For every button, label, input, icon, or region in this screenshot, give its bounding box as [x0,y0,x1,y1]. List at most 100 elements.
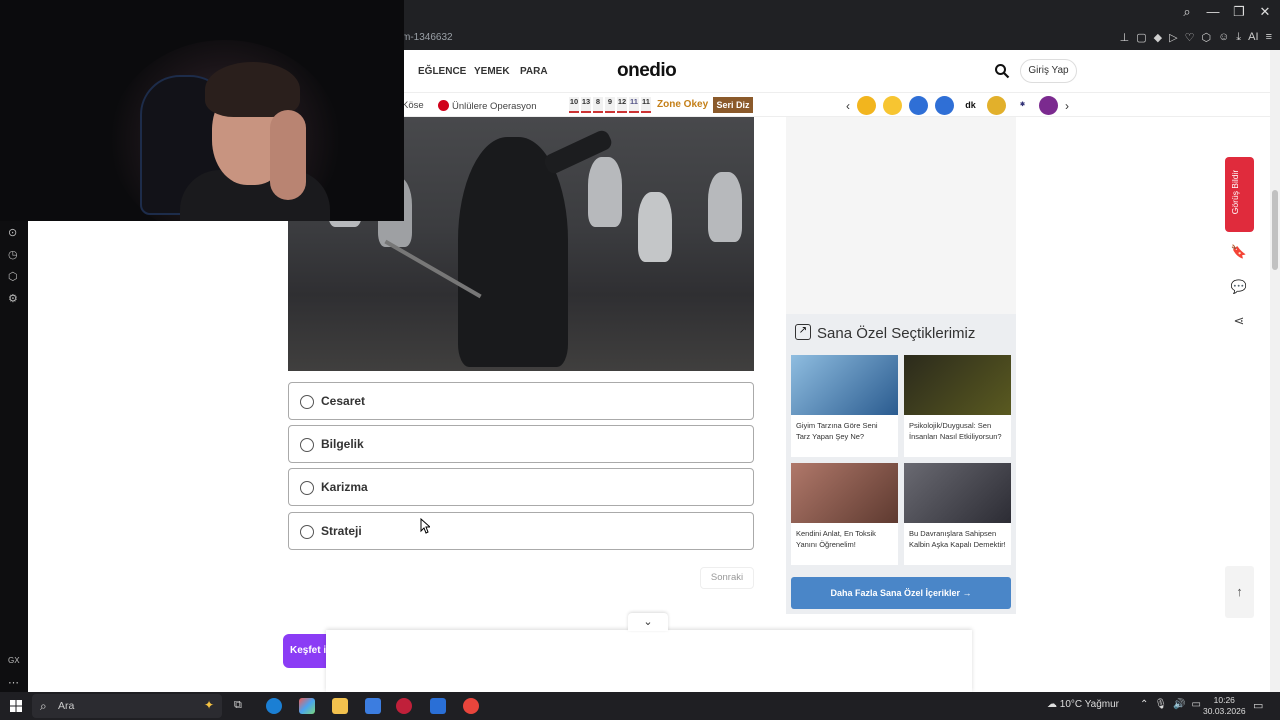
subnav-topic[interactable]: Ünlülere Operasyon [438,100,537,112]
weather-widget[interactable]: ☁ 10°C Yağmur [1047,699,1119,710]
app-icon[interactable] [463,698,479,714]
radio-icon[interactable] [300,395,314,409]
answer-option[interactable]: Cesaret [288,382,754,420]
seri-diz-link[interactable]: Seri Diz [713,97,753,113]
play-icon[interactable]: ▷ [1169,31,1177,44]
answer-option[interactable]: Bilgelik [288,425,754,463]
recommendations-panel: ↗ Sana Özel Seçtiklerimiz Giyim Tarzına … [786,314,1016,614]
nav-para[interactable]: PARA [520,66,548,77]
recommendation-card[interactable]: Kendini Anlat, En Toksik Yanını Öğreneli… [791,463,898,565]
mail-icon[interactable] [430,698,446,714]
more-icon[interactable]: ⋯ [8,676,19,689]
card-thumbnail [791,355,898,415]
minimize-button[interactable]: — [1204,4,1222,20]
windows-taskbar: ⌕ Ara ✦ ⧉ ☁ 10°C Yağmur ⌃ 🎙 🔊 ▭ 10:26 30… [0,692,1280,720]
windows-start-icon[interactable] [10,700,22,712]
download-icon[interactable]: ⤓ [1236,31,1241,44]
login-button[interactable]: Giriş Yap [1020,59,1077,83]
recommendation-card[interactable]: Psikolojik/Duygusal: Sen İnsanları Nasıl… [904,355,1011,457]
snowflake-badge-icon[interactable]: ✱ [1013,96,1032,115]
shield-icon[interactable]: ◆ [1154,31,1162,44]
sad-emoji-icon[interactable] [857,96,876,115]
zone-okey-link[interactable]: Zone Okey [657,99,708,110]
dk-badge-icon[interactable]: dk [961,96,980,115]
copilot-icon[interactable] [299,698,315,714]
answer-option[interactable]: Karizma [288,468,754,506]
heart-icon[interactable]: ♡ [1185,31,1195,44]
nav-eglence[interactable]: EĞLENCE [418,66,466,77]
calendar-game[interactable]: 10 13 8 9 12 11 11 [569,97,651,113]
brand-badge-icon[interactable] [909,96,928,115]
card-title: Psikolojik/Duygusal: Sen İnsanları Nasıl… [909,421,1002,441]
snapshot-icon[interactable]: ▢ [1136,31,1146,44]
onedio-badge-icon[interactable] [935,96,954,115]
card-thumbnail [904,355,1011,415]
recommendation-card[interactable]: Giyim Tarzına Göre Seni Tarz Yapan Şey N… [791,355,898,457]
close-button[interactable]: ✕ [1256,4,1274,20]
maximize-button[interactable]: ❐ [1230,4,1248,20]
chevron-right-icon[interactable]: › [1065,99,1069,113]
next-button[interactable]: Sonraki [700,567,754,589]
feedback-button[interactable]: Görüş Bildir [1225,157,1254,232]
address-bar[interactable]: m-1346632 [402,32,453,43]
card-thumbnail [791,463,898,523]
history-icon[interactable]: ◷ [8,248,18,261]
display-icon[interactable]: ▭ [1192,699,1201,710]
kesfet-button[interactable]: Keşfet i [283,634,331,668]
menu-icon[interactable]: ≡ [1266,31,1272,44]
scroll-to-top-button[interactable]: ↑ [1225,566,1254,618]
answer-label: Bilgelik [321,437,364,451]
card-thumbnail [904,463,1011,523]
chevron-down-icon[interactable]: ⌄ [628,613,668,631]
subnav-kose[interactable]: Köse [402,100,424,111]
player-icon[interactable]: ⊙ [8,226,17,239]
bookmark-icon[interactable]: 🔖 [1230,244,1248,262]
browser-search-icon[interactable]: ⌕ [1178,4,1196,20]
chevron-left-icon[interactable]: ‹ [846,99,850,113]
pin-icon[interactable]: ⊥ [1120,31,1130,44]
ad-placeholder [786,117,1016,314]
site-logo[interactable]: onedio [617,60,677,82]
radio-icon[interactable] [300,481,314,495]
store-icon[interactable] [365,698,381,714]
task-view-icon[interactable]: ⧉ [234,699,242,712]
taskbar-search[interactable]: ⌕ Ara ✦ [32,694,222,718]
person-hand [270,110,306,200]
radio-icon[interactable] [300,438,314,452]
live-dot-icon [438,100,449,111]
burger-badge-icon[interactable] [987,96,1006,115]
recommendation-card[interactable]: Bu Davranışlara Sahipsen Kalbin Aşka Kap… [904,463,1011,565]
window-controls: ⌕ — ❐ ✕ [1178,4,1274,20]
card-title: Giyim Tarzına Göre Seni Tarz Yapan Şey N… [796,421,878,441]
ai-button[interactable]: AI [1248,31,1258,44]
external-link-icon: ↗ [795,324,811,340]
card-title: Bu Davranışlara Sahipsen Kalbin Aşka Kap… [909,529,1006,549]
volume-icon[interactable]: 🔊 [1173,699,1185,710]
taskbar-clock[interactable]: 10:26 30.03.2026 [1203,695,1246,717]
settings-icon[interactable]: ⚙ [8,292,18,305]
extensions-icon[interactable]: ⬡ [8,270,18,283]
radio-icon[interactable] [300,525,314,539]
edge-icon[interactable] [266,698,282,714]
notification-icon[interactable]: ▭ [1253,699,1263,712]
search-icon[interactable] [994,63,1010,79]
comments-icon[interactable]: 💬 [1230,279,1248,297]
cube-icon[interactable]: ⬡ [1201,31,1211,44]
calendar-digit: 13 [581,97,591,113]
more-content-button[interactable]: Daha Fazla Sana Özel İçerikler → [791,577,1011,609]
opera-gx-icon[interactable] [396,698,412,714]
chevron-up-icon[interactable]: ⌃ [1140,699,1148,710]
smile-emoji-icon[interactable] [883,96,902,115]
answer-option[interactable]: Strateji [288,512,754,550]
file-explorer-icon[interactable] [332,698,348,714]
calendar-digit: 11 [641,97,651,113]
scrollbar-thumb[interactable] [1272,190,1278,270]
share-icon[interactable]: ⋖ [1230,313,1248,331]
profile-icon[interactable]: ☺ [1218,31,1229,44]
page-scrollbar[interactable] [1270,50,1280,692]
nav-yemek[interactable]: YEMEK [474,66,510,77]
gx-label: GX [8,656,20,665]
microphone-icon[interactable]: 🎙 [1154,699,1167,710]
pop-badge-icon[interactable] [1039,96,1058,115]
recommendations-title: Sana Özel Seçtiklerimiz [817,325,976,342]
